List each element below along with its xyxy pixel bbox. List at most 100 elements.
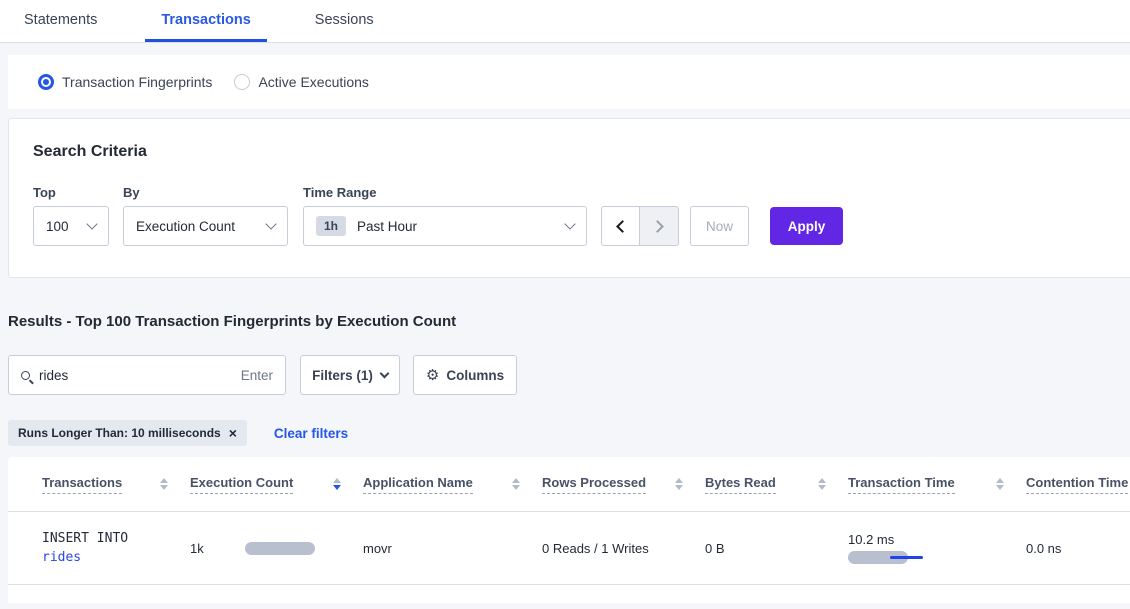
clear-filters-link[interactable]: Clear filters bbox=[274, 426, 348, 441]
column-header-label[interactable]: Contention Time bbox=[1026, 475, 1128, 494]
columns-button[interactable]: ⚙ Columns bbox=[413, 355, 517, 395]
radio-label: Transaction Fingerprints bbox=[62, 74, 212, 90]
column-header-execution-count: Execution Count bbox=[190, 475, 363, 494]
radio-active-executions[interactable]: Active Executions bbox=[234, 74, 369, 90]
sort-toggle[interactable] bbox=[333, 478, 341, 490]
top-select[interactable]: 100 bbox=[33, 206, 109, 246]
search-criteria-title: Search Criteria bbox=[33, 143, 147, 161]
results-table: Transactions Execution Count Application… bbox=[8, 457, 1130, 603]
now-button[interactable]: Now bbox=[690, 206, 749, 246]
transaction-statement-text: INSERT INTO bbox=[42, 529, 190, 548]
chevron-down-icon bbox=[379, 369, 389, 379]
by-select-value: Execution Count bbox=[136, 219, 267, 234]
column-header-transaction-time: Transaction Time bbox=[848, 475, 1026, 494]
contention-time-cell: 0.0 ns bbox=[1026, 541, 1130, 556]
sort-desc-icon-active bbox=[333, 485, 341, 490]
filter-chip-label: Runs Longer Than: 10 milliseconds bbox=[18, 426, 221, 440]
previous-window-button[interactable] bbox=[601, 206, 640, 246]
table-header-row: Transactions Execution Count Application… bbox=[8, 457, 1130, 512]
column-header-label[interactable]: Transactions bbox=[42, 475, 122, 494]
top-field: Top 100 bbox=[33, 185, 123, 246]
transaction-time-bar bbox=[848, 551, 958, 564]
filter-chip: Runs Longer Than: 10 milliseconds × bbox=[8, 420, 247, 446]
by-select[interactable]: Execution Count bbox=[123, 206, 288, 246]
rows-processed-cell: 0 Reads / 1 Writes bbox=[542, 541, 705, 556]
by-field: By Execution Count bbox=[123, 185, 303, 246]
time-range-select[interactable]: 1h Past Hour bbox=[303, 206, 587, 246]
radio-unselected-icon bbox=[234, 74, 250, 90]
sort-asc-icon bbox=[160, 478, 168, 483]
column-header-label[interactable]: Application Name bbox=[363, 475, 473, 494]
tab-sessions[interactable]: Sessions bbox=[299, 0, 390, 42]
column-header-transactions: Transactions bbox=[42, 475, 190, 494]
time-window-pager bbox=[601, 206, 679, 246]
page-tabs: Statements Transactions Sessions bbox=[0, 0, 1130, 43]
time-range-badge: 1h bbox=[316, 216, 346, 236]
sort-toggle[interactable] bbox=[996, 478, 1004, 490]
results-controls: Enter Filters (1) ⚙ Columns bbox=[8, 355, 517, 395]
filters-button-label: Filters (1) bbox=[312, 368, 373, 383]
search-input[interactable] bbox=[39, 368, 241, 383]
chevron-down-icon bbox=[265, 218, 276, 229]
sort-asc-icon bbox=[512, 478, 520, 483]
search-criteria-form: Top 100 By Execution Count Time Range 1h… bbox=[33, 185, 843, 246]
next-window-button[interactable] bbox=[640, 206, 679, 246]
radio-transaction-fingerprints[interactable]: Transaction Fingerprints bbox=[38, 74, 212, 90]
sort-toggle[interactable] bbox=[512, 478, 520, 490]
column-header-contention-time: Contention Time bbox=[1026, 475, 1130, 494]
execution-count-bar bbox=[245, 542, 315, 555]
column-header-application-name: Application Name bbox=[363, 475, 542, 494]
remove-filter-icon[interactable]: × bbox=[229, 426, 237, 440]
time-range-value: Past Hour bbox=[357, 219, 566, 234]
execution-count-value: 1k bbox=[190, 541, 204, 556]
sort-desc-icon bbox=[160, 485, 168, 490]
apply-button[interactable]: Apply bbox=[770, 207, 843, 245]
column-header-label[interactable]: Execution Count bbox=[190, 475, 293, 494]
active-filters-row: Runs Longer Than: 10 milliseconds × Clea… bbox=[8, 420, 348, 446]
search-criteria-card: Search Criteria Top 100 By Execution Cou… bbox=[8, 118, 1130, 278]
chevron-right-icon bbox=[651, 220, 664, 233]
sort-toggle[interactable] bbox=[160, 478, 168, 490]
sort-asc-icon bbox=[675, 478, 683, 483]
transaction-fingerprint-link[interactable]: rides bbox=[42, 548, 190, 567]
column-header-label[interactable]: Rows Processed bbox=[542, 475, 646, 494]
column-header-bytes-read: Bytes Read bbox=[705, 475, 848, 494]
tab-transactions[interactable]: Transactions bbox=[145, 0, 266, 42]
gear-icon: ⚙ bbox=[426, 366, 439, 384]
column-header-label[interactable]: Bytes Read bbox=[705, 475, 776, 494]
radio-selected-icon bbox=[38, 74, 54, 90]
tab-statements[interactable]: Statements bbox=[8, 0, 113, 42]
results-title: Results - Top 100 Transaction Fingerprin… bbox=[8, 313, 456, 330]
view-toggle-bar: Transaction Fingerprints Active Executio… bbox=[8, 55, 1130, 109]
time-range-label: Time Range bbox=[303, 185, 601, 200]
radio-label: Active Executions bbox=[258, 74, 369, 90]
sort-desc-icon bbox=[818, 485, 826, 490]
time-bar-stddev bbox=[890, 556, 923, 559]
filters-button[interactable]: Filters (1) bbox=[300, 355, 400, 395]
column-header-label[interactable]: Transaction Time bbox=[848, 475, 955, 494]
search-icon bbox=[21, 371, 30, 380]
time-range-field: Time Range 1h Past Hour bbox=[303, 185, 601, 246]
transaction-time-cell: 10.2 ms bbox=[848, 532, 1026, 564]
sort-desc-icon bbox=[675, 485, 683, 490]
sort-desc-icon bbox=[996, 485, 1004, 490]
by-label: By bbox=[123, 185, 303, 200]
sort-asc-icon bbox=[333, 478, 341, 483]
table-row: INSERT INTO rides 1k movr 0 Reads / 1 Wr… bbox=[8, 512, 1130, 585]
sort-desc-icon bbox=[512, 485, 520, 490]
execution-count-cell: 1k bbox=[190, 541, 363, 556]
chevron-left-icon bbox=[616, 220, 629, 233]
chevron-down-icon bbox=[86, 218, 97, 229]
top-label: Top bbox=[33, 185, 123, 200]
sort-asc-icon bbox=[818, 478, 826, 483]
transaction-time-value: 10.2 ms bbox=[848, 532, 1026, 547]
transaction-cell: INSERT INTO rides bbox=[42, 529, 190, 567]
sort-asc-icon bbox=[996, 478, 1004, 483]
sort-toggle[interactable] bbox=[818, 478, 826, 490]
column-header-rows-processed: Rows Processed bbox=[542, 475, 705, 494]
results-search-box[interactable]: Enter bbox=[8, 355, 286, 395]
sort-toggle[interactable] bbox=[675, 478, 683, 490]
enter-hint: Enter bbox=[241, 368, 273, 383]
top-select-value: 100 bbox=[46, 219, 88, 234]
application-name-cell: movr bbox=[363, 541, 542, 556]
